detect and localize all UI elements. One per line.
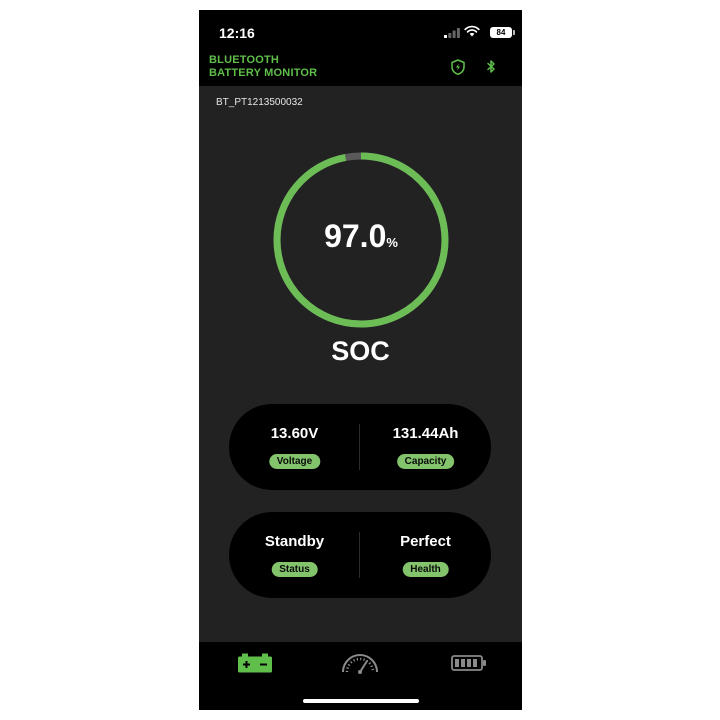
app-title-line2: BATTERY MONITOR — [209, 67, 318, 79]
status-cell: Standby Status — [229, 512, 360, 598]
status-bar: 12:16 84 — [199, 10, 522, 52]
gauge-icon[interactable] — [340, 652, 380, 674]
health-label: Health — [402, 562, 449, 577]
app-header: BLUETOOTH BATTERY MONITOR — [199, 52, 522, 86]
soc-number: 97.0 — [324, 218, 387, 254]
battery-level-badge: 84 — [490, 27, 515, 38]
cellular-signal-icon — [444, 28, 460, 38]
bottom-nav — [199, 642, 522, 710]
status-time: 12:16 — [219, 25, 255, 41]
shield-lightning-icon[interactable] — [449, 58, 467, 76]
phone-screen: 12:16 84 BLUETOOTH BATTERY MONITOR BT_PT… — [199, 10, 522, 710]
home-indicator[interactable] — [303, 699, 419, 703]
wifi-icon — [464, 25, 480, 37]
status-icons: 84 — [432, 24, 515, 40]
soc-label: SOC — [331, 336, 390, 366]
bluetooth-icon[interactable] — [482, 58, 500, 76]
health-value: Perfect — [400, 533, 451, 550]
voltage-label: Voltage — [268, 454, 321, 469]
car-battery-icon[interactable] — [235, 652, 275, 674]
voltage-cell: 13.60V Voltage — [229, 404, 360, 490]
battery-level-icon[interactable] — [449, 652, 489, 674]
health-cell: Perfect Health — [360, 512, 491, 598]
status-label: Status — [271, 562, 318, 577]
device-name: BT_PT1213500032 — [216, 97, 303, 108]
capacity-value: 131.44Ah — [392, 425, 459, 442]
voltage-capacity-card: 13.60V Voltage 131.44Ah Capacity — [229, 404, 491, 490]
status-health-card: Standby Status Perfect Health — [229, 512, 491, 598]
soc-unit: % — [386, 235, 398, 250]
app-title-line1: BLUETOOTH — [209, 54, 280, 66]
soc-value: 97.0% — [271, 218, 451, 255]
voltage-value: 13.60V — [270, 425, 319, 442]
capacity-label: Capacity — [396, 454, 455, 469]
app-title: BLUETOOTH BATTERY MONITOR — [209, 54, 317, 80]
capacity-cell: 131.44Ah Capacity — [360, 404, 491, 490]
status-value: Standby — [264, 533, 325, 550]
